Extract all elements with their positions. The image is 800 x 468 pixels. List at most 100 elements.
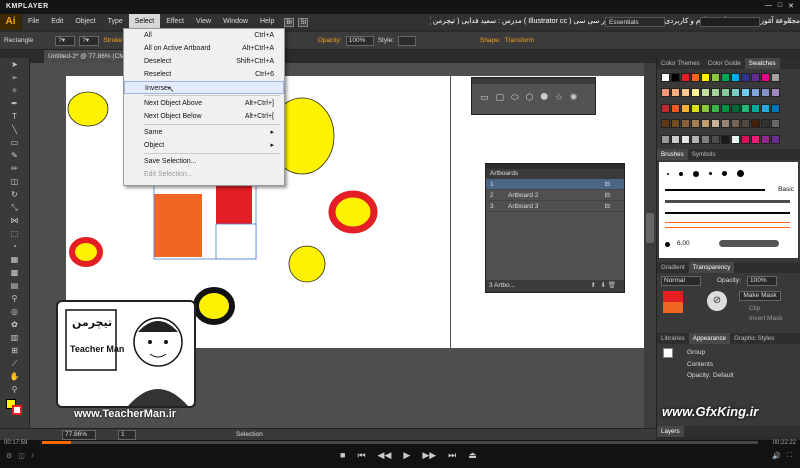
- menu-item-object[interactable]: Object ▸: [124, 139, 284, 152]
- menu-item-same[interactable]: Same ▸: [124, 126, 284, 139]
- color-swatch[interactable]: [751, 134, 760, 144]
- stroke-label[interactable]: Stroke:: [103, 37, 124, 44]
- maximize-icon[interactable]: □: [778, 2, 782, 10]
- tab-layers[interactable]: Layers: [657, 426, 684, 437]
- menu-object[interactable]: Object: [69, 14, 101, 30]
- direct-selection-tool-icon[interactable]: ➢: [9, 72, 21, 84]
- invert-mask-checkbox[interactable]: Invert Mask: [749, 315, 783, 322]
- rounded-rectangle-icon[interactable]: ▢: [496, 92, 505, 103]
- color-swatch[interactable]: [691, 134, 700, 144]
- color-swatch[interactable]: [741, 73, 750, 82]
- app-minimize-icon[interactable]: –: [768, 16, 772, 24]
- color-swatch[interactable]: [731, 134, 740, 144]
- color-swatch[interactable]: [771, 134, 780, 144]
- pencil-icon[interactable]: ✏: [9, 163, 21, 175]
- tab-gradient[interactable]: Gradient: [657, 262, 689, 273]
- rotate-tool-icon[interactable]: ↻: [9, 189, 21, 201]
- shape-label[interactable]: Shape:: [480, 37, 501, 44]
- artboard-options-icon[interactable]: ⊟: [605, 201, 610, 212]
- color-swatch[interactable]: [731, 119, 740, 129]
- artboard-row[interactable]: 3 Artboard 3 ⊟: [486, 201, 624, 212]
- yellow-circle[interactable]: [288, 245, 326, 283]
- brush-stroke[interactable]: [665, 222, 790, 228]
- red-ring[interactable]: [328, 190, 378, 234]
- rewind-icon[interactable]: ◀◀: [378, 450, 392, 461]
- perspective-grid-icon[interactable]: ▦: [9, 254, 21, 266]
- color-swatch[interactable]: [711, 88, 720, 98]
- gradient-tool-icon[interactable]: ▤: [9, 280, 21, 292]
- width-tool-icon[interactable]: ⋈: [9, 215, 21, 227]
- yellow-circle[interactable]: [67, 91, 109, 127]
- no-mask-icon[interactable]: ⊘: [707, 291, 727, 311]
- style-dropdown[interactable]: [397, 35, 416, 46]
- artboards-panel-title[interactable]: Artboards: [486, 169, 624, 179]
- menu-file[interactable]: File: [22, 14, 45, 30]
- color-swatch[interactable]: [761, 119, 770, 129]
- graph-tool-icon[interactable]: ▥: [9, 332, 21, 344]
- tab-appearance[interactable]: Appearance: [688, 333, 731, 344]
- move-down-icon[interactable]: ⬇: [601, 280, 606, 292]
- color-swatch[interactable]: [711, 103, 720, 113]
- minimize-icon[interactable]: —: [765, 2, 772, 10]
- color-swatch[interactable]: [691, 103, 700, 113]
- tab-graphic-styles[interactable]: Graphic Styles: [730, 333, 778, 344]
- forward-icon[interactable]: ▶▶: [422, 450, 436, 461]
- selected-rectangle[interactable]: [215, 223, 257, 260]
- settings-icon[interactable]: ⚙: [6, 452, 12, 460]
- stock-button[interactable]: St: [298, 17, 309, 27]
- opacity-label[interactable]: Opacity:: [318, 37, 342, 44]
- color-swatch[interactable]: [711, 119, 720, 129]
- artboard-nav-field[interactable]: 1: [118, 430, 136, 440]
- volume-icon[interactable]: 🔊: [772, 452, 781, 460]
- tab-color-themes[interactable]: Color Themes: [657, 58, 704, 69]
- magic-wand-icon[interactable]: ✧: [9, 85, 21, 97]
- opacity-input[interactable]: 100%: [345, 35, 374, 46]
- fill-stroke-widget[interactable]: [0, 397, 29, 419]
- next-icon[interactable]: ⏭: [448, 450, 456, 461]
- red-rectangle[interactable]: [216, 184, 252, 224]
- polygon-shape-icon[interactable]: ⬡: [526, 92, 534, 103]
- menu-item-all[interactable]: All Ctrl+A: [124, 29, 284, 42]
- tab-libraries[interactable]: Libraries: [657, 333, 689, 344]
- close-icon[interactable]: ✕: [788, 2, 794, 10]
- zoom-field[interactable]: 77.86%: [62, 430, 96, 440]
- basic-brush-stroke[interactable]: [665, 189, 765, 191]
- eraser-icon[interactable]: ◫: [9, 176, 21, 188]
- artboard-row[interactable]: 2 Artboard 2 ⊟: [486, 190, 624, 201]
- blend-tool-icon[interactable]: ◎: [9, 306, 21, 318]
- play-icon[interactable]: ▶: [403, 450, 410, 461]
- color-swatch[interactable]: [671, 134, 680, 144]
- menu-item-all-on-artboard[interactable]: All on Active Artboard Alt+Ctrl+A: [124, 42, 284, 55]
- color-swatch[interactable]: [761, 134, 770, 144]
- bridge-button[interactable]: Br: [284, 17, 295, 27]
- menu-item-edit-selection[interactable]: Edit Selection...: [124, 168, 284, 181]
- color-swatch[interactable]: [731, 73, 740, 82]
- clip-checkbox[interactable]: Clip: [749, 305, 760, 312]
- flare-shape-icon[interactable]: ✺: [570, 92, 578, 103]
- menu-edit[interactable]: Edit: [45, 14, 69, 30]
- tab-symbols[interactable]: Symbols: [688, 149, 720, 160]
- color-swatch[interactable]: [671, 103, 680, 113]
- opacity-field[interactable]: 100%: [747, 276, 777, 286]
- brush-stroke[interactable]: [719, 240, 779, 247]
- color-swatch[interactable]: [771, 73, 780, 82]
- color-swatch[interactable]: [701, 119, 710, 129]
- color-swatch[interactable]: [681, 119, 690, 129]
- color-swatch[interactable]: [771, 88, 780, 98]
- line-tool-icon[interactable]: ╲: [9, 124, 21, 136]
- tab-transparency[interactable]: Transparency: [688, 262, 735, 273]
- menu-item-inverse[interactable]: Inverse ↖: [124, 81, 284, 94]
- color-swatch[interactable]: [661, 88, 670, 98]
- color-swatch[interactable]: [661, 73, 670, 82]
- color-swatch[interactable]: [721, 88, 730, 98]
- workspace-switcher[interactable]: Essentials: [605, 17, 665, 27]
- color-swatch[interactable]: [741, 119, 750, 129]
- contents-label[interactable]: Contents: [687, 361, 713, 368]
- artboard-options-icon[interactable]: ⊟: [605, 190, 610, 201]
- stroke-swatch-icon[interactable]: [12, 405, 22, 415]
- menu-item-deselect[interactable]: Deselect Shift+Ctrl+A: [124, 55, 284, 68]
- selection-tool-icon[interactable]: ➤: [9, 59, 21, 71]
- tab-color-guide[interactable]: Color Guide: [704, 58, 745, 69]
- scroll-thumb[interactable]: [646, 213, 654, 243]
- pen-tool-icon[interactable]: ✒: [9, 98, 21, 110]
